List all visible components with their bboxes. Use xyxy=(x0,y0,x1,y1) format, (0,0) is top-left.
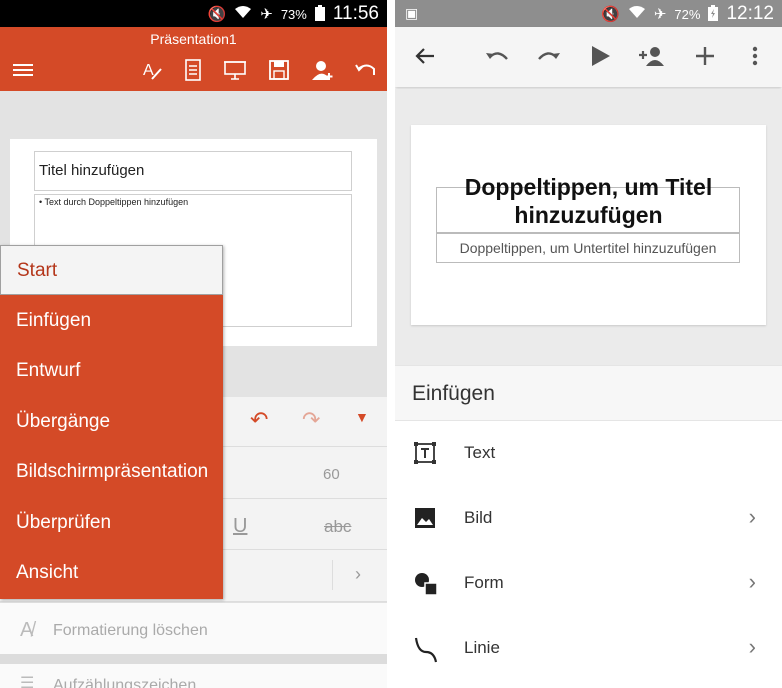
powerpoint-screen: 🔇 ✈ 73% 11:56 Präsentation1 A Titel hinz… xyxy=(0,0,387,688)
insert-image-label: Bild xyxy=(464,508,493,527)
menu-item[interactable]: Start xyxy=(0,245,223,295)
insert-text-label: Text xyxy=(464,443,496,462)
airplane-icon: ✈ xyxy=(653,6,667,23)
redo-icon[interactable] xyxy=(535,42,563,70)
divider xyxy=(332,560,333,590)
bullets-row[interactable]: ☰ Aufzählungszeichen xyxy=(0,664,387,688)
clear-format-label: Formatierung löschen xyxy=(53,622,208,639)
clear-format-row[interactable]: A̸ Formatierung löschen xyxy=(0,602,387,654)
image-icon xyxy=(413,506,437,530)
undo-icon[interactable] xyxy=(353,57,379,83)
document-title: Präsentation1 xyxy=(150,31,237,47)
present-icon[interactable] xyxy=(222,57,248,83)
underline-button[interactable]: U xyxy=(233,515,247,538)
insert-shape-row[interactable]: Form › xyxy=(395,551,782,615)
insert-line-row[interactable]: Linie › xyxy=(395,616,782,680)
back-arrow-icon[interactable] xyxy=(411,42,439,70)
menu-item[interactable]: Einfügen xyxy=(0,296,223,346)
insert-shape-label: Form xyxy=(464,573,504,592)
battery-percent: 72% xyxy=(674,6,701,22)
ribbon-undo-icon[interactable]: ↶ xyxy=(250,407,268,433)
ribbon-tab-menu: Start Einfügen Entwurf Übergänge Bildschirmp… xyxy=(0,245,223,599)
chevron-right-icon: › xyxy=(748,569,756,594)
more-vert-icon[interactable] xyxy=(741,42,769,70)
chevron-right-icon: › xyxy=(748,504,756,529)
eraser-icon: A̸ xyxy=(20,619,34,641)
airplane-icon: ✈ xyxy=(260,6,273,23)
status-bar: 🔇 ✈ 73% 11:56 xyxy=(0,0,387,27)
bullet-list-icon: ☰ xyxy=(20,675,35,688)
add-person-icon[interactable] xyxy=(638,42,666,70)
app-toolbar: Präsentation1 A xyxy=(0,27,387,91)
ribbon-expand-icon[interactable]: ▼ xyxy=(355,409,369,425)
subtitle-placeholder[interactable]: Doppeltippen, um Untertitel hinzuzufügen xyxy=(436,233,740,263)
mute-icon: 🔇 xyxy=(207,6,227,23)
clock: 11:56 xyxy=(332,3,379,24)
chevron-right-icon: › xyxy=(748,634,756,659)
title-placeholder[interactable]: Doppeltippen, um Titel hinzuzufügen xyxy=(411,173,766,229)
mute-icon: 🔇 xyxy=(601,6,620,23)
spellcheck-icon[interactable]: A xyxy=(139,57,165,83)
insert-line-label: Linie xyxy=(464,638,500,657)
menu-item[interactable]: Übergänge xyxy=(0,397,223,447)
title-placeholder[interactable]: Titel hinzufügen xyxy=(34,151,352,191)
share-person-icon[interactable] xyxy=(310,57,336,83)
undo-icon[interactable] xyxy=(483,42,511,70)
app-toolbar xyxy=(395,27,782,87)
status-bar: ▣ 🔇 ✈ 72% 12:12 xyxy=(395,0,782,27)
ribbon-redo-icon[interactable]: ↷ xyxy=(302,407,320,433)
clock: 12:12 xyxy=(726,3,774,24)
line-icon xyxy=(413,636,438,663)
menu-item[interactable]: Entwurf xyxy=(0,346,223,396)
screenshot-divider xyxy=(387,0,395,688)
insert-image-row[interactable]: Bild › xyxy=(395,486,782,550)
battery-percent: 73% xyxy=(280,6,307,22)
save-icon[interactable] xyxy=(266,57,292,83)
notes-icon[interactable] xyxy=(180,57,206,83)
photo-notification-icon: ▣ xyxy=(405,5,419,21)
insert-text-row[interactable]: Text xyxy=(395,421,782,485)
plus-icon[interactable] xyxy=(691,42,719,70)
slide-editor: Doppeltippen, um Titel hinzuzufügen Dopp… xyxy=(395,89,782,365)
menu-item[interactable]: Ansicht xyxy=(0,548,223,598)
battery-icon xyxy=(314,4,325,24)
text-box-icon xyxy=(413,441,437,465)
battery-charging-icon xyxy=(708,4,719,24)
wifi-icon xyxy=(234,5,252,23)
bullets-label: Aufzählungszeichen xyxy=(53,677,197,688)
svg-text:A: A xyxy=(143,62,154,79)
menu-item[interactable]: Überprüfen xyxy=(0,498,223,548)
menu-item[interactable]: Bildschirmpräsentation xyxy=(0,447,223,497)
slide-canvas[interactable]: Doppeltippen, um Titel hinzuzufügen Dopp… xyxy=(411,125,766,325)
wifi-icon xyxy=(628,5,646,23)
menu-icon[interactable] xyxy=(10,57,36,83)
strikethrough-button[interactable]: abc xyxy=(324,517,351,537)
section-divider xyxy=(0,654,387,664)
font-size-value[interactable]: 60 xyxy=(323,466,340,483)
play-icon[interactable] xyxy=(586,42,614,70)
shapes-icon xyxy=(413,571,438,596)
chevron-right-icon[interactable]: › xyxy=(355,564,361,585)
google-slides-screen: ▣ 🔇 ✈ 72% 12:12 Doppeltippen, um Titel h… xyxy=(395,0,782,688)
insert-panel-title: Einfügen xyxy=(395,365,782,421)
